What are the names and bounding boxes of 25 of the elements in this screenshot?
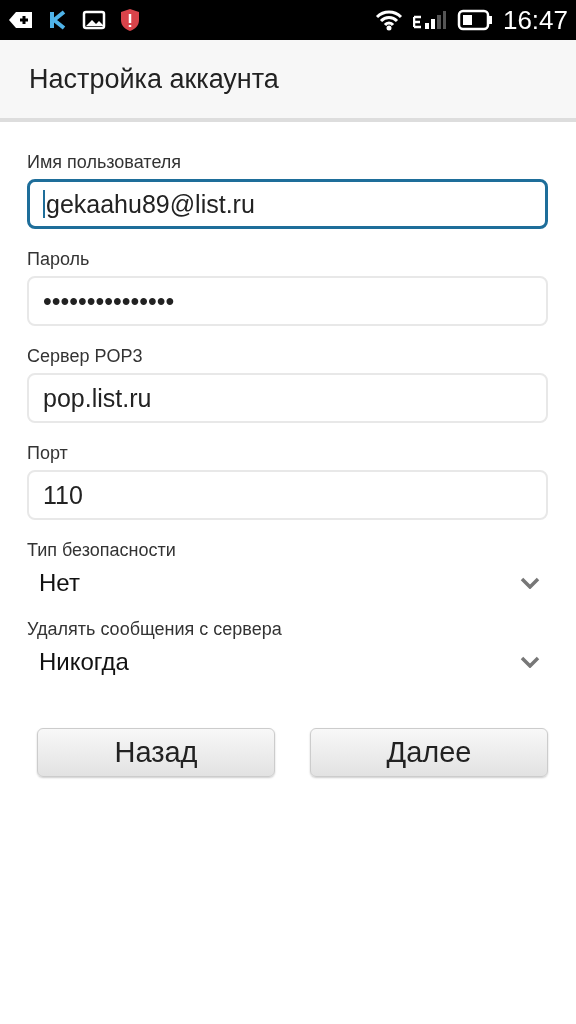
shield-alert-icon (120, 8, 140, 32)
image-icon (82, 10, 106, 30)
battery-icon (456, 9, 493, 31)
field-label: Тип безопасности (27, 540, 177, 561)
nav-button[interactable]: Назад (37, 728, 275, 777)
letter-k-icon (48, 10, 68, 30)
header-title: Настройка аккаунта (29, 63, 279, 95)
field-label: Сервер POP3 (27, 346, 144, 367)
input-field[interactable]: pop.list.ru (27, 373, 548, 423)
dropdown-field[interactable]: Нет (27, 567, 548, 599)
input-field[interactable]: ••••••••••••••• (27, 276, 548, 326)
input-field[interactable]: gekaahu89@list.ru (27, 179, 548, 229)
clock-time: 16:47 (502, 4, 568, 36)
input-field[interactable]: 110 (27, 470, 548, 520)
field-label: Удалять сообщения с сервера (27, 619, 283, 640)
dropdown-field[interactable]: Никогда (27, 646, 548, 678)
chevron-down-icon (520, 577, 540, 589)
field-label: Пароль (27, 249, 91, 270)
field-label: Имя пользователя (27, 152, 183, 173)
nav-button[interactable]: Далее (310, 728, 548, 777)
chevron-down-icon (520, 656, 540, 668)
signal-icon (412, 9, 447, 31)
field-label: Порт (27, 443, 69, 464)
tag-plus-icon (8, 11, 34, 29)
wifi-icon (374, 9, 403, 31)
